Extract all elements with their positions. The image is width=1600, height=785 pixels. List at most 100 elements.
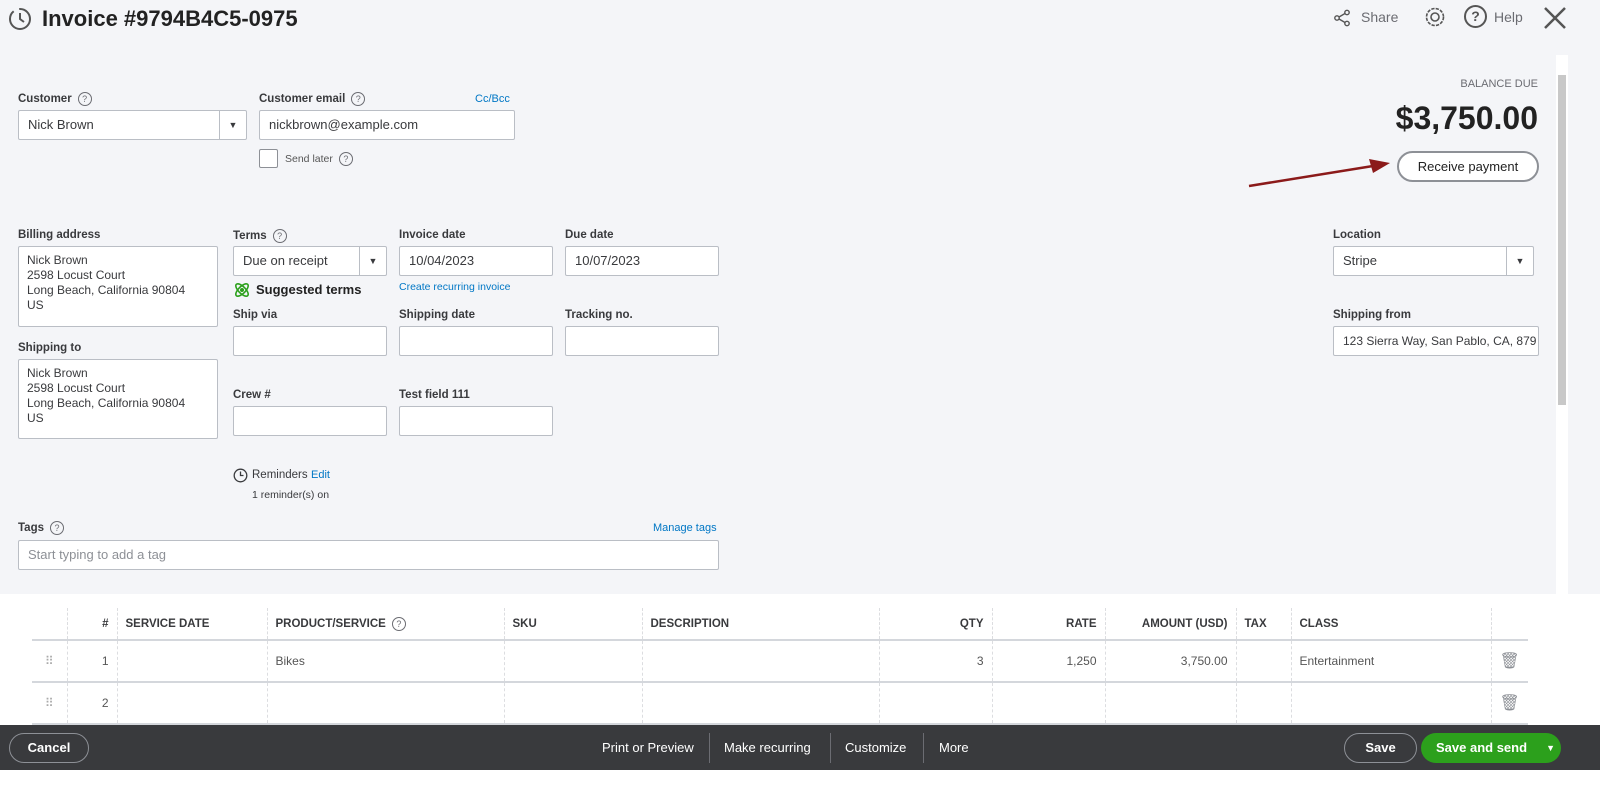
description-cell[interactable]: [641, 682, 879, 725]
settings-gear-icon[interactable]: [1423, 5, 1447, 29]
qty-cell[interactable]: 3: [878, 640, 992, 683]
send-later-checkbox[interactable]: [259, 149, 278, 168]
shipping-date-label: Shipping date: [399, 309, 476, 321]
table-row[interactable]: ⠿ 1 Bikes 3 1,250 3,750.00 Entertainment…: [32, 640, 1528, 683]
amount-cell[interactable]: [1104, 682, 1236, 725]
chevron-down-icon[interactable]: ▼: [359, 247, 386, 275]
column-header-class: CLASS: [1290, 608, 1491, 641]
billing-address-input[interactable]: Nick Brown 2598 Locust Court Long Beach, C…: [18, 246, 218, 327]
scrollbar[interactable]: [1556, 55, 1568, 720]
shipping-date-input[interactable]: [399, 326, 553, 356]
cancel-button[interactable]: Cancel: [9, 733, 89, 763]
share-button[interactable]: Share: [1361, 9, 1398, 25]
due-date-label: Due date: [565, 229, 614, 241]
table-header-row: # SERVICE DATE PRODUCT/SERVICE? SKU DESC…: [32, 608, 1528, 641]
class-cell[interactable]: [1290, 682, 1491, 725]
recent-transactions-icon[interactable]: [7, 6, 33, 32]
description-cell[interactable]: [641, 640, 879, 683]
line-items-table: # SERVICE DATE PRODUCT/SERVICE? SKU DESC…: [32, 608, 1528, 725]
help-icon[interactable]: ?: [272, 229, 287, 243]
address-line: US: [27, 411, 44, 425]
location-label: Location: [1333, 229, 1381, 241]
qty-cell[interactable]: [878, 682, 992, 725]
help-button[interactable]: Help: [1494, 9, 1523, 25]
balance-due-label: BALANCE DUE: [1460, 78, 1538, 90]
class-cell[interactable]: Entertainment: [1290, 640, 1491, 683]
chevron-down-icon[interactable]: ▼: [1506, 247, 1533, 275]
location-select[interactable]: Stripe ▼: [1333, 246, 1534, 276]
help-icon[interactable]: ?: [391, 616, 406, 631]
billing-address-label: Billing address: [18, 229, 101, 241]
tracking-no-input[interactable]: [565, 326, 719, 356]
address-line: US: [27, 298, 44, 312]
column-header-sku: SKU: [503, 608, 642, 641]
chevron-down-icon[interactable]: ▼: [219, 111, 246, 139]
manage-tags-link[interactable]: Manage tags: [653, 522, 717, 534]
trash-icon[interactable]: 🗑: [1490, 682, 1528, 725]
save-button[interactable]: Save: [1344, 733, 1417, 763]
sku-cell[interactable]: [503, 682, 642, 725]
more-button[interactable]: More: [939, 725, 969, 770]
drag-handle-icon[interactable]: ⠿: [32, 640, 67, 683]
help-icon[interactable]: ?: [338, 152, 353, 166]
product-service-cell[interactable]: Bikes: [266, 640, 504, 683]
ship-via-input[interactable]: [233, 326, 387, 356]
help-icon[interactable]: ?: [50, 521, 64, 535]
customer-select[interactable]: Nick Brown ▼: [18, 110, 247, 140]
tags-input[interactable]: Start typing to add a tag: [18, 540, 719, 570]
rate-cell[interactable]: 1,250: [991, 640, 1105, 683]
column-header-amount: AMOUNT (USD): [1104, 608, 1236, 641]
test-field-input[interactable]: [399, 406, 553, 436]
suggested-terms-icon: [235, 283, 249, 297]
tags-label: Tags?: [18, 521, 64, 535]
amount-cell[interactable]: 3,750.00: [1104, 640, 1236, 683]
column-header-rate: RATE: [991, 608, 1105, 641]
customize-button[interactable]: Customize: [845, 725, 906, 770]
trash-icon[interactable]: 🗑: [1490, 640, 1528, 683]
save-and-send-button[interactable]: Save and send ▼: [1421, 733, 1561, 763]
rate-cell[interactable]: [991, 682, 1105, 725]
reminders-label: Reminders: [252, 469, 308, 481]
balance-due-amount: $3,750.00: [1395, 100, 1538, 136]
sku-cell[interactable]: [503, 640, 642, 683]
address-line: 2598 Locust Court: [27, 381, 126, 395]
help-icon[interactable]: ?: [77, 92, 92, 106]
shipping-to-input[interactable]: Nick Brown 2598 Locust Court Long Beach, C…: [18, 359, 218, 439]
print-preview-button[interactable]: Print or Preview: [602, 725, 694, 770]
address-line: 2598 Locust Court: [27, 268, 126, 282]
test-field-label: Test field 111: [399, 389, 470, 401]
terms-select[interactable]: Due on receipt ▼: [233, 246, 387, 276]
column-header-product-service: PRODUCT/SERVICE?: [266, 608, 504, 641]
service-date-cell[interactable]: [116, 682, 267, 725]
customer-email-input[interactable]: nickbrown@example.com: [259, 110, 515, 140]
due-date-input[interactable]: 10/07/2023: [565, 246, 719, 276]
shipping-from-label: Shipping from: [1333, 309, 1411, 321]
invoice-date-input[interactable]: 10/04/2023: [399, 246, 553, 276]
create-recurring-invoice-link[interactable]: Create recurring invoice: [399, 281, 510, 293]
cc-bcc-link[interactable]: Cc/Bcc: [475, 93, 510, 105]
share-icon[interactable]: [1333, 9, 1351, 27]
table-row[interactable]: ⠿ 2 🗑: [32, 682, 1528, 725]
column-header-tax: TAX: [1235, 608, 1291, 641]
drag-handle-icon[interactable]: ⠿: [32, 682, 67, 725]
suggested-terms-label[interactable]: Suggested terms: [256, 282, 361, 297]
crew-input[interactable]: [233, 406, 387, 436]
help-icon[interactable]: ?: [1464, 5, 1487, 28]
close-icon[interactable]: [1543, 6, 1567, 30]
shipping-from-input[interactable]: 123 Sierra Way, San Pablo, CA, 879: [1333, 326, 1539, 356]
column-header-number: #: [66, 608, 117, 641]
tax-cell[interactable]: [1235, 640, 1291, 683]
tax-cell[interactable]: [1235, 682, 1291, 725]
crew-label: Crew #: [233, 389, 271, 401]
annotation-arrow-icon: [1248, 159, 1390, 188]
row-number: 1: [66, 640, 117, 683]
service-date-cell[interactable]: [116, 640, 267, 683]
receive-payment-button[interactable]: Receive payment: [1397, 151, 1539, 182]
chevron-down-icon[interactable]: ▼: [1546, 733, 1555, 763]
customer-email-label: Customer email?: [259, 92, 366, 106]
terms-label: Terms?: [233, 229, 287, 243]
help-icon[interactable]: ?: [351, 92, 366, 106]
reminders-edit-link[interactable]: Edit: [311, 469, 330, 481]
make-recurring-button[interactable]: Make recurring: [724, 725, 811, 770]
product-service-cell[interactable]: [266, 682, 504, 725]
